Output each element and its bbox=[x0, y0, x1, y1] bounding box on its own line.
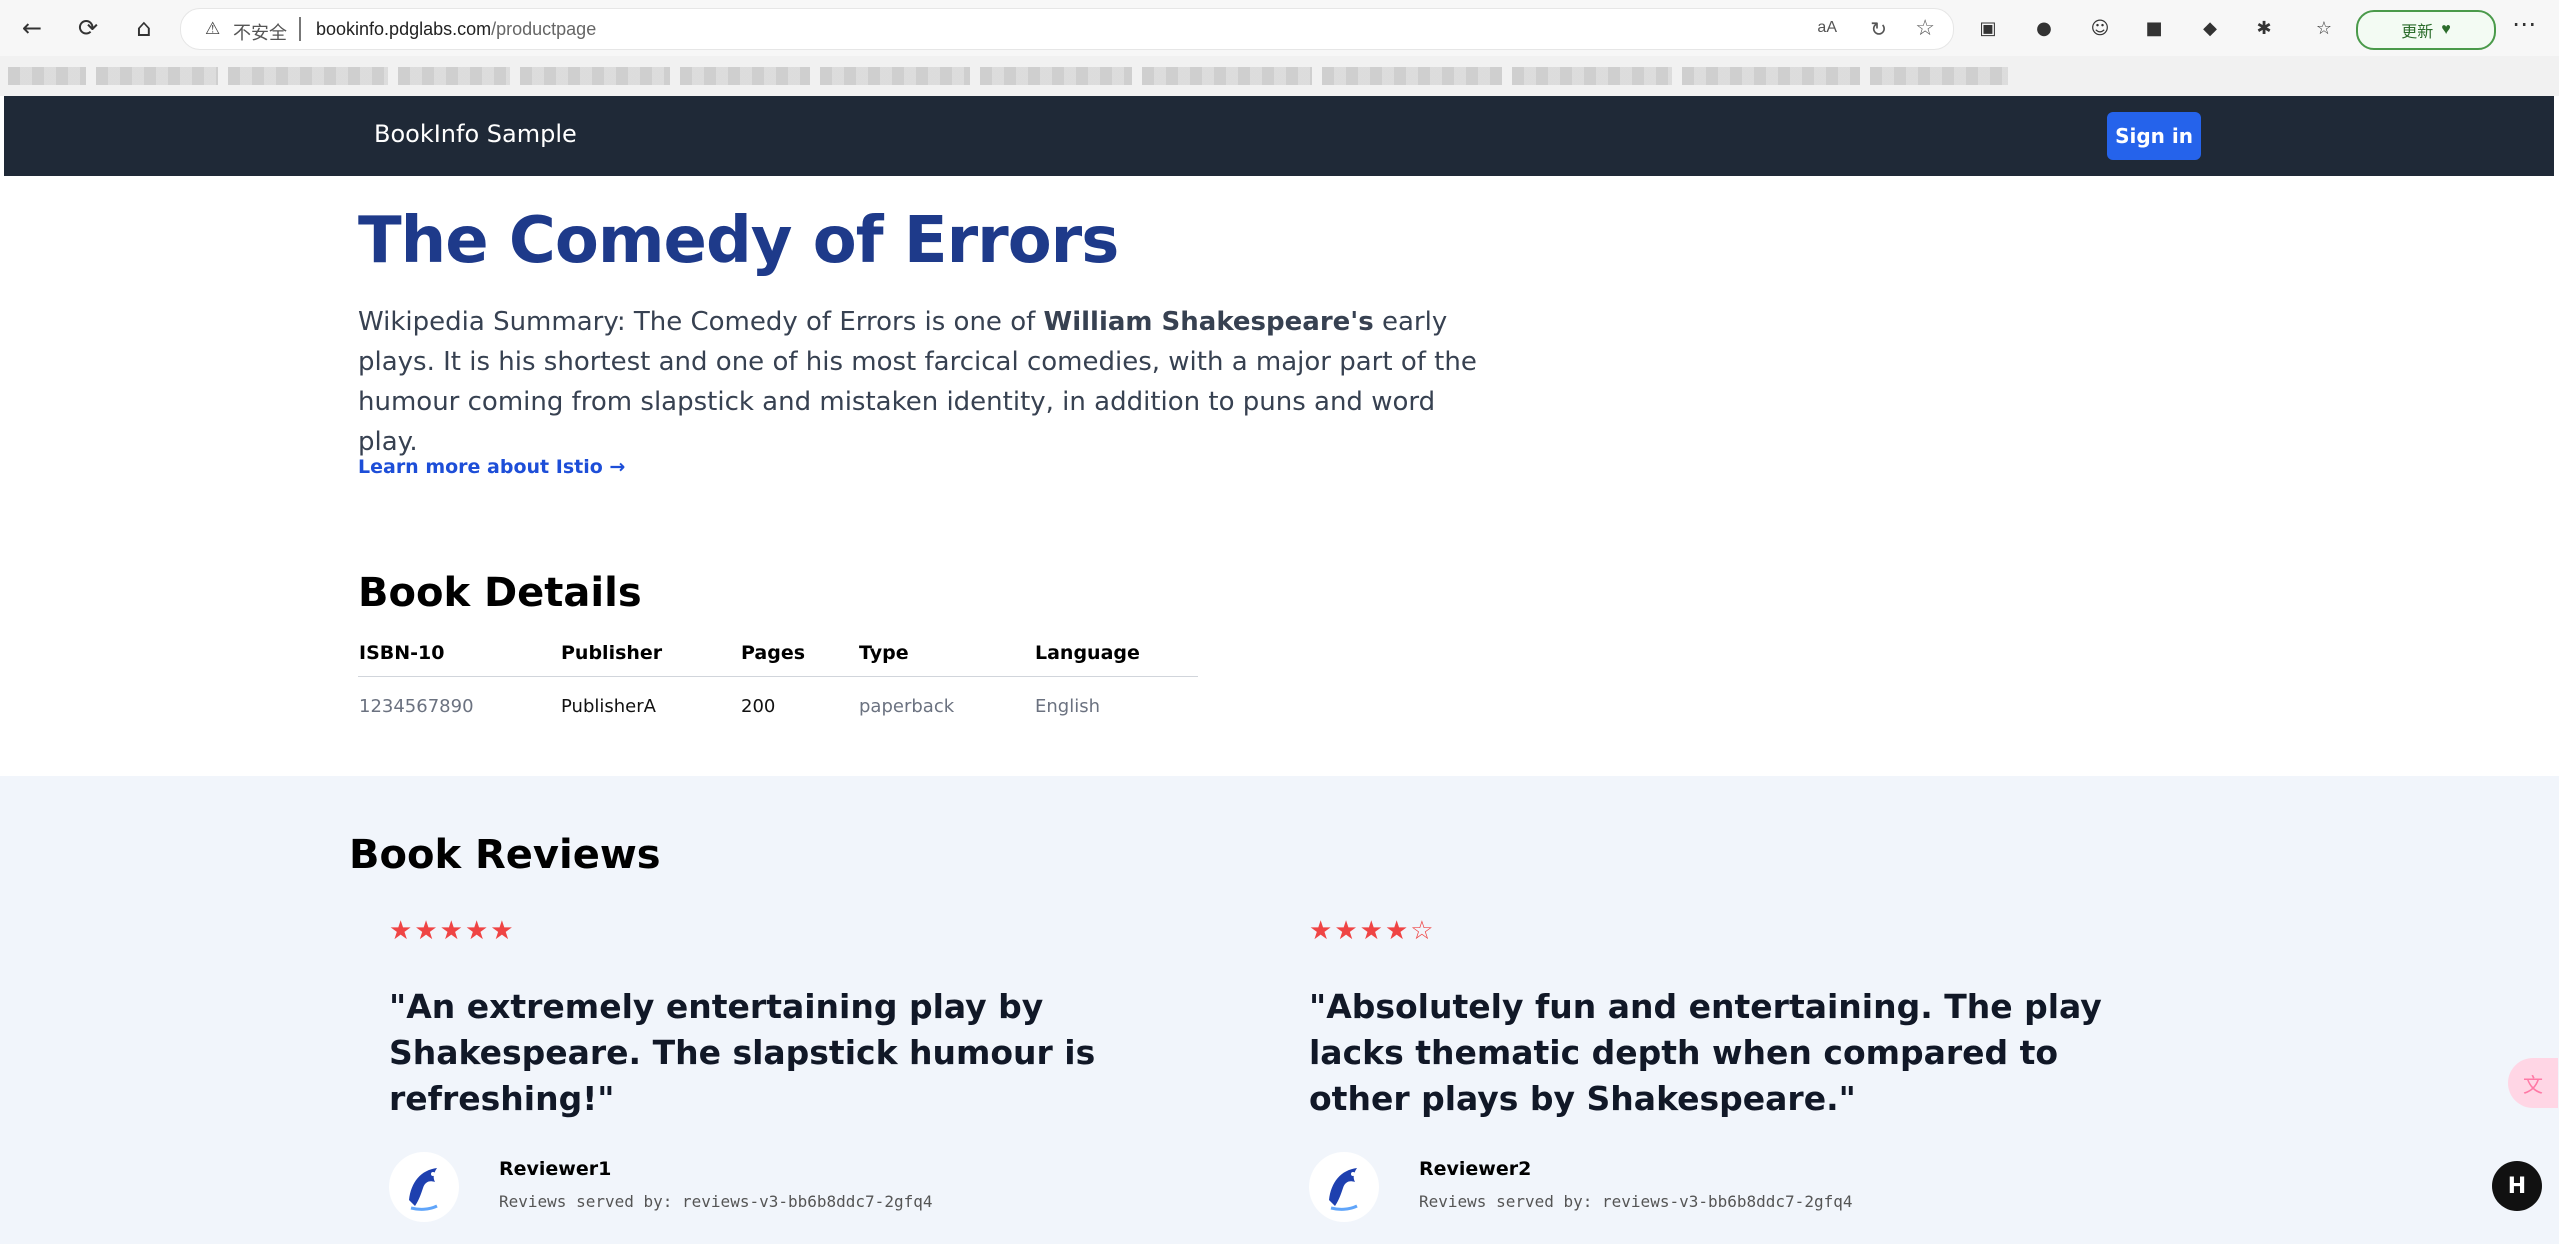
extension-badge-icon[interactable]: ▣ bbox=[1974, 14, 2002, 42]
bookmark-item[interactable] bbox=[1512, 67, 1672, 85]
pages-value: 200 bbox=[741, 695, 776, 717]
rating-stars: ★★★★☆ bbox=[1309, 916, 2109, 946]
bookmark-item[interactable] bbox=[1322, 67, 1502, 85]
book-details-title: Book Details bbox=[358, 570, 642, 616]
url-host: bookinfo.pdglabs.com/productpage bbox=[316, 19, 596, 40]
insecure-label: 不安全 bbox=[233, 23, 287, 43]
table-row: 1234567890 PublisherA 200 paperback Engl… bbox=[358, 677, 1198, 736]
dolphin-avatar-icon bbox=[1309, 1152, 1379, 1222]
star-icon: ★ bbox=[1384, 916, 1411, 946]
bookmark-item[interactable] bbox=[820, 67, 970, 85]
star-icon: ★ bbox=[490, 916, 516, 946]
bookmark-item[interactable] bbox=[680, 67, 810, 85]
dolphin-avatar-icon bbox=[389, 1152, 459, 1222]
translate-icon[interactable]: aA bbox=[1817, 19, 1837, 37]
update-button[interactable]: 更新 ♥ bbox=[2356, 10, 2496, 50]
header-publisher: Publisher bbox=[560, 630, 740, 677]
isbn-value: 1234567890 bbox=[359, 695, 474, 717]
browser-toolbar: ← ⟳ ⌂ ⚠ 不安全 bookinfo.pdglabs.com/product… bbox=[0, 0, 2559, 57]
favorite-star-icon[interactable]: ☆ bbox=[1915, 15, 1935, 41]
summary-author: William Shakespeare's bbox=[1043, 307, 1374, 337]
star-icon: ★ bbox=[389, 916, 415, 946]
star-icon: ★ bbox=[1359, 916, 1385, 946]
bookmarks-bar bbox=[0, 56, 2559, 96]
summary-prefix: Wikipedia Summary: The Comedy of Errors … bbox=[358, 307, 1044, 337]
more-options-icon[interactable]: ⋯ bbox=[2512, 10, 2536, 38]
table-header-row: ISBN-10 Publisher Pages Type Language bbox=[358, 630, 1198, 677]
review-card-2: ★★★★☆ "Absolutely fun and entertaining. … bbox=[1309, 916, 2109, 1224]
review-card-1: ★★★★★ "An extremely entertaining play by… bbox=[389, 916, 1189, 1224]
reviewer-info: Reviewer1 Reviews served by: reviews-v3-… bbox=[389, 1152, 1189, 1224]
header-language: Language bbox=[1034, 630, 1198, 677]
star-icon: ★ bbox=[1309, 916, 1335, 946]
language-value: English bbox=[1035, 695, 1100, 717]
warning-icon: ⚠ bbox=[205, 19, 221, 38]
book-title: The Comedy of Errors bbox=[358, 204, 1119, 278]
bookmark-item[interactable] bbox=[1682, 67, 1860, 85]
star-icon: ★ bbox=[464, 916, 491, 946]
bookmark-item[interactable] bbox=[96, 67, 218, 85]
extension-face-icon[interactable]: ☺ bbox=[2086, 14, 2114, 42]
star-icon: ★ bbox=[1334, 916, 1360, 946]
reviewer-name: Reviewer2 bbox=[1419, 1158, 1532, 1180]
bookmark-item[interactable] bbox=[520, 67, 670, 85]
rating-stars: ★★★★★ bbox=[389, 916, 1189, 946]
book-reviews-section: Book Reviews ★★★★★ "An extremely enterta… bbox=[0, 776, 2559, 1244]
served-by: Reviews served by: reviews-v3-bb6b8ddc7-… bbox=[499, 1192, 933, 1211]
bookmark-item[interactable] bbox=[1870, 67, 2008, 85]
bookmark-item[interactable] bbox=[1142, 67, 1312, 85]
bookmark-item[interactable] bbox=[980, 67, 1132, 85]
header-pages: Pages bbox=[740, 630, 858, 677]
update-label: 更新 bbox=[2401, 24, 2434, 41]
served-by: Reviews served by: reviews-v3-bb6b8ddc7-… bbox=[1419, 1192, 1853, 1211]
address-divider bbox=[299, 17, 301, 41]
type-value: paperback bbox=[859, 695, 955, 717]
book-details-table: ISBN-10 Publisher Pages Type Language 12… bbox=[358, 630, 1198, 735]
star-icon: ★ bbox=[439, 916, 465, 946]
extension-cookie-icon[interactable]: ◆ bbox=[2196, 14, 2224, 42]
back-icon[interactable]: ← bbox=[16, 12, 48, 44]
reviewer-info: Reviewer2 Reviews served by: reviews-v3-… bbox=[1309, 1152, 2109, 1224]
star-empty-icon: ☆ bbox=[1410, 916, 1436, 946]
book-summary: Wikipedia Summary: The Comedy of Errors … bbox=[358, 302, 1478, 462]
header-isbn: ISBN-10 bbox=[358, 630, 560, 677]
bookmark-item[interactable] bbox=[398, 67, 510, 85]
book-section: The Comedy of Errors Wikipedia Summary: … bbox=[0, 176, 2559, 776]
review-text: "Absolutely fun and entertaining. The pl… bbox=[1309, 987, 2102, 1118]
url-host-text: bookinfo.pdglabs.com bbox=[316, 19, 492, 39]
reviewer-name: Reviewer1 bbox=[499, 1158, 612, 1180]
refresh-shield-icon[interactable]: ↻ bbox=[1870, 17, 1887, 42]
address-bar[interactable]: ⚠ 不安全 bookinfo.pdglabs.com/productpage a… bbox=[180, 8, 1954, 50]
bookmark-item[interactable] bbox=[228, 67, 388, 85]
extension-translate-icon[interactable]: ■ bbox=[2140, 14, 2168, 42]
learn-more-link[interactable]: Learn more about Istio → bbox=[358, 456, 625, 478]
extension-h-icon[interactable]: ● bbox=[2030, 14, 2058, 42]
bookmark-item[interactable] bbox=[8, 67, 86, 85]
favorites-icon[interactable]: ☆ bbox=[2310, 14, 2338, 42]
update-heart-icon: ♥ bbox=[2441, 21, 2451, 38]
extensions-puzzle-icon[interactable]: ✱ bbox=[2250, 14, 2278, 42]
reload-icon[interactable]: ⟳ bbox=[72, 12, 104, 44]
publisher-value: PublisherA bbox=[561, 695, 656, 717]
translate-side-icon[interactable]: 文 bbox=[2508, 1058, 2558, 1108]
site-navbar: BookInfo Sample Sign in bbox=[4, 96, 2554, 176]
floating-h-button[interactable]: H bbox=[2492, 1161, 2542, 1211]
home-icon[interactable]: ⌂ bbox=[128, 12, 160, 44]
sign-in-button[interactable]: Sign in bbox=[2107, 112, 2201, 160]
url-path: /productpage bbox=[491, 19, 597, 39]
brand-title[interactable]: BookInfo Sample bbox=[374, 120, 577, 148]
book-reviews-title: Book Reviews bbox=[349, 832, 661, 878]
review-text: "An extremely entertaining play by Shake… bbox=[389, 987, 1096, 1118]
header-type: Type bbox=[858, 630, 1034, 677]
star-icon: ★ bbox=[414, 916, 440, 946]
